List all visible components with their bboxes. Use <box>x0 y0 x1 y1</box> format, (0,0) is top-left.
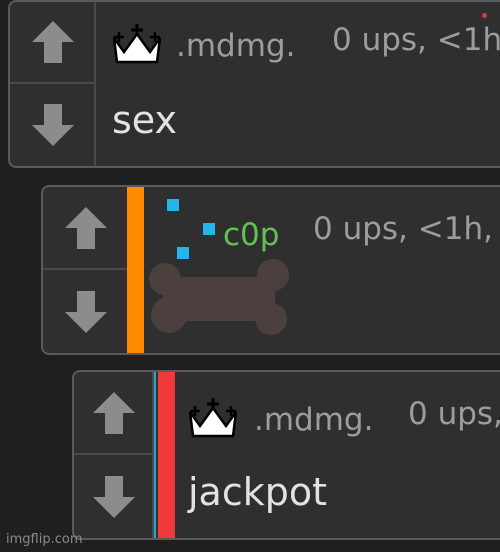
username[interactable]: .mdmg. <box>176 28 295 64</box>
username[interactable]: c0p <box>223 217 279 253</box>
dot-square <box>203 223 215 235</box>
dog-bone-drawing <box>149 259 289 335</box>
comment-text: sex <box>112 98 177 142</box>
comment-meta: 0 ups, <box>408 396 500 432</box>
downvote-button[interactable] <box>10 84 96 166</box>
downvote-button[interactable] <box>74 455 154 538</box>
vote-column <box>74 372 154 538</box>
comment-card: .mdmg. 0 ups, <1h, sex <box>8 0 500 168</box>
arrow-down-icon <box>93 475 135 518</box>
thread-depth-bar <box>158 372 175 538</box>
crown-icon <box>112 24 162 64</box>
comment-text: jackpot <box>188 470 328 514</box>
notification-dot <box>482 13 487 18</box>
thread-depth-bar <box>127 187 144 353</box>
arrow-up-icon <box>93 391 135 434</box>
arrow-down-icon <box>65 290 107 333</box>
arrow-up-icon <box>32 21 74 63</box>
comment-meta: 0 ups, <1h, <box>332 22 500 58</box>
vote-column <box>43 187 129 353</box>
arrow-up-icon <box>65 206 107 249</box>
comment-card: c0p 0 ups, <1h, 1 <box>41 185 500 355</box>
vote-column <box>10 2 96 166</box>
crown-icon <box>188 398 238 438</box>
comment-meta: 0 ups, <1h, 1 <box>313 211 500 247</box>
watermark: imgflip.com <box>6 532 83 547</box>
arrow-down-icon <box>32 104 74 146</box>
upvote-button[interactable] <box>43 187 129 270</box>
upvote-button[interactable] <box>74 372 154 455</box>
downvote-button[interactable] <box>43 270 129 353</box>
dot-square <box>167 199 179 211</box>
comment-card: .mdmg. 0 ups, jackpot <box>72 370 500 540</box>
upvote-button[interactable] <box>10 2 96 84</box>
username[interactable]: .mdmg. <box>254 402 373 438</box>
